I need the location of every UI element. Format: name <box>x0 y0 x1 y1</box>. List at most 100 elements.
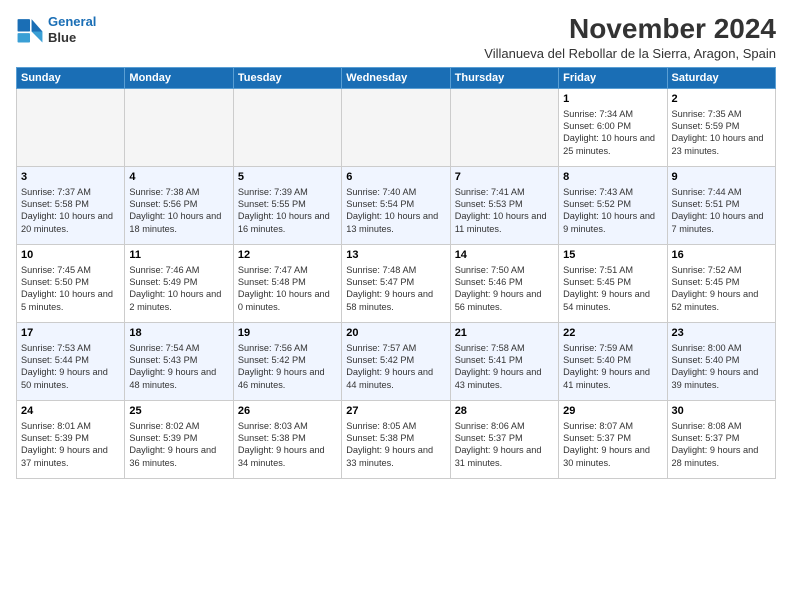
table-row: 25Sunrise: 8:02 AM Sunset: 5:39 PM Dayli… <box>125 400 233 478</box>
day-info: Sunrise: 7:38 AM Sunset: 5:56 PM Dayligh… <box>129 186 228 236</box>
day-info: Sunrise: 7:34 AM Sunset: 6:00 PM Dayligh… <box>563 108 662 158</box>
table-row <box>450 88 558 166</box>
day-info: Sunrise: 7:59 AM Sunset: 5:40 PM Dayligh… <box>563 342 662 392</box>
logo-icon <box>16 16 44 44</box>
day-info: Sunrise: 7:41 AM Sunset: 5:53 PM Dayligh… <box>455 186 554 236</box>
day-info: Sunrise: 7:40 AM Sunset: 5:54 PM Dayligh… <box>346 186 445 236</box>
header: General Blue November 2024 Villanueva de… <box>16 14 776 61</box>
col-sunday: Sunday <box>17 67 125 88</box>
day-number: 29 <box>563 404 662 419</box>
logo: General Blue <box>16 14 96 45</box>
table-row: 23Sunrise: 8:00 AM Sunset: 5:40 PM Dayli… <box>667 322 775 400</box>
table-row: 16Sunrise: 7:52 AM Sunset: 5:45 PM Dayli… <box>667 244 775 322</box>
table-row: 27Sunrise: 8:05 AM Sunset: 5:38 PM Dayli… <box>342 400 450 478</box>
day-info: Sunrise: 8:03 AM Sunset: 5:38 PM Dayligh… <box>238 420 337 470</box>
day-info: Sunrise: 7:56 AM Sunset: 5:42 PM Dayligh… <box>238 342 337 392</box>
day-info: Sunrise: 7:52 AM Sunset: 5:45 PM Dayligh… <box>672 264 771 314</box>
day-info: Sunrise: 7:45 AM Sunset: 5:50 PM Dayligh… <box>21 264 120 314</box>
day-number: 21 <box>455 326 554 341</box>
table-row <box>125 88 233 166</box>
day-info: Sunrise: 7:57 AM Sunset: 5:42 PM Dayligh… <box>346 342 445 392</box>
table-row: 22Sunrise: 7:59 AM Sunset: 5:40 PM Dayli… <box>559 322 667 400</box>
day-number: 22 <box>563 326 662 341</box>
col-saturday: Saturday <box>667 67 775 88</box>
day-info: Sunrise: 7:58 AM Sunset: 5:41 PM Dayligh… <box>455 342 554 392</box>
day-number: 24 <box>21 404 120 419</box>
table-row: 17Sunrise: 7:53 AM Sunset: 5:44 PM Dayli… <box>17 322 125 400</box>
header-row: Sunday Monday Tuesday Wednesday Thursday… <box>17 67 776 88</box>
day-info: Sunrise: 7:48 AM Sunset: 5:47 PM Dayligh… <box>346 264 445 314</box>
day-info: Sunrise: 7:53 AM Sunset: 5:44 PM Dayligh… <box>21 342 120 392</box>
col-monday: Monday <box>125 67 233 88</box>
day-info: Sunrise: 7:44 AM Sunset: 5:51 PM Dayligh… <box>672 186 771 236</box>
col-tuesday: Tuesday <box>233 67 341 88</box>
table-row: 21Sunrise: 7:58 AM Sunset: 5:41 PM Dayli… <box>450 322 558 400</box>
table-row: 10Sunrise: 7:45 AM Sunset: 5:50 PM Dayli… <box>17 244 125 322</box>
day-number: 2 <box>672 92 771 107</box>
table-row: 7Sunrise: 7:41 AM Sunset: 5:53 PM Daylig… <box>450 166 558 244</box>
day-number: 14 <box>455 248 554 263</box>
day-number: 3 <box>21 170 120 185</box>
day-info: Sunrise: 8:07 AM Sunset: 5:37 PM Dayligh… <box>563 420 662 470</box>
table-row: 8Sunrise: 7:43 AM Sunset: 5:52 PM Daylig… <box>559 166 667 244</box>
table-row: 24Sunrise: 8:01 AM Sunset: 5:39 PM Dayli… <box>17 400 125 478</box>
day-number: 17 <box>21 326 120 341</box>
day-info: Sunrise: 7:50 AM Sunset: 5:46 PM Dayligh… <box>455 264 554 314</box>
week-row: 24Sunrise: 8:01 AM Sunset: 5:39 PM Dayli… <box>17 400 776 478</box>
day-info: Sunrise: 7:37 AM Sunset: 5:58 PM Dayligh… <box>21 186 120 236</box>
table-row: 1Sunrise: 7:34 AM Sunset: 6:00 PM Daylig… <box>559 88 667 166</box>
table-row: 11Sunrise: 7:46 AM Sunset: 5:49 PM Dayli… <box>125 244 233 322</box>
table-row <box>342 88 450 166</box>
day-number: 12 <box>238 248 337 263</box>
day-number: 20 <box>346 326 445 341</box>
day-info: Sunrise: 7:47 AM Sunset: 5:48 PM Dayligh… <box>238 264 337 314</box>
table-row: 12Sunrise: 7:47 AM Sunset: 5:48 PM Dayli… <box>233 244 341 322</box>
day-info: Sunrise: 8:05 AM Sunset: 5:38 PM Dayligh… <box>346 420 445 470</box>
week-row: 3Sunrise: 7:37 AM Sunset: 5:58 PM Daylig… <box>17 166 776 244</box>
table-row: 3Sunrise: 7:37 AM Sunset: 5:58 PM Daylig… <box>17 166 125 244</box>
table-row: 26Sunrise: 8:03 AM Sunset: 5:38 PM Dayli… <box>233 400 341 478</box>
table-row: 4Sunrise: 7:38 AM Sunset: 5:56 PM Daylig… <box>125 166 233 244</box>
day-number: 7 <box>455 170 554 185</box>
day-info: Sunrise: 7:54 AM Sunset: 5:43 PM Dayligh… <box>129 342 228 392</box>
day-info: Sunrise: 8:00 AM Sunset: 5:40 PM Dayligh… <box>672 342 771 392</box>
day-info: Sunrise: 7:51 AM Sunset: 5:45 PM Dayligh… <box>563 264 662 314</box>
day-number: 28 <box>455 404 554 419</box>
table-row: 9Sunrise: 7:44 AM Sunset: 5:51 PM Daylig… <box>667 166 775 244</box>
table-row: 14Sunrise: 7:50 AM Sunset: 5:46 PM Dayli… <box>450 244 558 322</box>
day-number: 27 <box>346 404 445 419</box>
table-row: 18Sunrise: 7:54 AM Sunset: 5:43 PM Dayli… <box>125 322 233 400</box>
day-number: 15 <box>563 248 662 263</box>
day-number: 1 <box>563 92 662 107</box>
day-info: Sunrise: 8:06 AM Sunset: 5:37 PM Dayligh… <box>455 420 554 470</box>
day-info: Sunrise: 7:43 AM Sunset: 5:52 PM Dayligh… <box>563 186 662 236</box>
table-row <box>17 88 125 166</box>
col-friday: Friday <box>559 67 667 88</box>
page: General Blue November 2024 Villanueva de… <box>0 0 792 612</box>
day-number: 13 <box>346 248 445 263</box>
day-info: Sunrise: 8:02 AM Sunset: 5:39 PM Dayligh… <box>129 420 228 470</box>
day-info: Sunrise: 7:39 AM Sunset: 5:55 PM Dayligh… <box>238 186 337 236</box>
day-number: 10 <box>21 248 120 263</box>
day-number: 11 <box>129 248 228 263</box>
day-number: 6 <box>346 170 445 185</box>
col-thursday: Thursday <box>450 67 558 88</box>
day-number: 26 <box>238 404 337 419</box>
day-number: 9 <box>672 170 771 185</box>
table-row: 30Sunrise: 8:08 AM Sunset: 5:37 PM Dayli… <box>667 400 775 478</box>
table-row <box>233 88 341 166</box>
day-number: 25 <box>129 404 228 419</box>
day-number: 19 <box>238 326 337 341</box>
day-number: 5 <box>238 170 337 185</box>
table-row: 5Sunrise: 7:39 AM Sunset: 5:55 PM Daylig… <box>233 166 341 244</box>
table-row: 28Sunrise: 8:06 AM Sunset: 5:37 PM Dayli… <box>450 400 558 478</box>
logo-text: General Blue <box>48 14 96 45</box>
col-wednesday: Wednesday <box>342 67 450 88</box>
week-row: 1Sunrise: 7:34 AM Sunset: 6:00 PM Daylig… <box>17 88 776 166</box>
table-row: 20Sunrise: 7:57 AM Sunset: 5:42 PM Dayli… <box>342 322 450 400</box>
month-title: November 2024 <box>484 14 776 45</box>
week-row: 10Sunrise: 7:45 AM Sunset: 5:50 PM Dayli… <box>17 244 776 322</box>
table-row: 13Sunrise: 7:48 AM Sunset: 5:47 PM Dayli… <box>342 244 450 322</box>
day-info: Sunrise: 8:08 AM Sunset: 5:37 PM Dayligh… <box>672 420 771 470</box>
day-number: 8 <box>563 170 662 185</box>
